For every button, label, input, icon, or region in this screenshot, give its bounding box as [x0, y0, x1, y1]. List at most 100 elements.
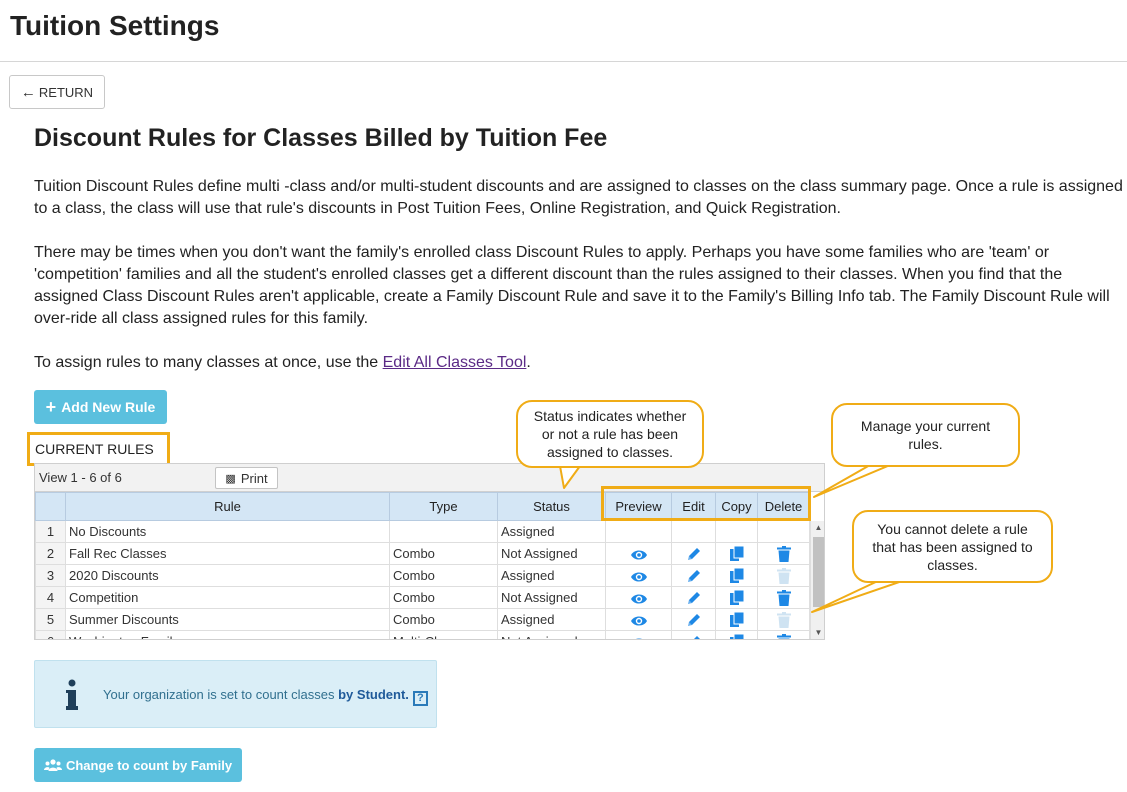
copy-cell [715, 608, 758, 631]
table-row[interactable]: 2 Fall Rec Classes Combo Not Assigned [35, 542, 810, 565]
preview-cell [605, 520, 672, 543]
column-header-edit: Edit [671, 492, 716, 521]
preview-cell [605, 608, 672, 631]
rule-type: Combo [389, 608, 498, 631]
eye-icon[interactable] [630, 612, 648, 627]
copy-cell [715, 586, 758, 609]
scroll-up-icon[interactable]: ▲ [811, 521, 824, 535]
rule-type [389, 520, 498, 543]
info-icon [66, 679, 78, 710]
edit-cell [671, 542, 716, 565]
manage-callout: Manage your current rules. [831, 403, 1020, 467]
plus-icon: + [45, 396, 57, 417]
grid-scrollbar[interactable]: ▲ ▼ [810, 521, 824, 639]
rule-type: Combo [389, 542, 498, 565]
row-number: 2 [35, 542, 66, 565]
copy-cell [715, 542, 758, 565]
arrow-left-icon: ← [20, 83, 36, 101]
pencil-icon[interactable] [686, 545, 702, 560]
edit-cell [671, 564, 716, 587]
table-row[interactable]: 3 2020 Discounts Combo Assigned [35, 564, 810, 587]
grid-view-count: View 1 - 6 of 6 [39, 470, 122, 485]
info-text-before: Your organization is set to count classe… [103, 687, 339, 702]
info-text: Your organization is set to count classe… [103, 687, 428, 706]
rule-type: Multi-Class [389, 630, 498, 639]
table-header-row: Rule Type Status Preview Edit Copy Delet… [35, 492, 810, 521]
pencil-icon[interactable] [686, 633, 702, 639]
pencil-icon[interactable] [686, 589, 702, 604]
preview-cell [605, 564, 672, 587]
trash-icon[interactable] [776, 633, 791, 639]
trash-icon [776, 567, 791, 584]
eye-icon[interactable] [630, 634, 648, 639]
trash-icon[interactable] [776, 545, 791, 562]
delete-cell [757, 520, 810, 543]
rule-status: Not Assigned [497, 586, 606, 609]
rule-status: Not Assigned [497, 630, 606, 639]
row-number: 4 [35, 586, 66, 609]
add-new-rule-button[interactable]: + Add New Rule [34, 390, 167, 424]
row-number: 5 [35, 608, 66, 631]
page-title: Tuition Settings [10, 10, 220, 41]
delete-cell [757, 564, 810, 587]
trash-icon[interactable] [776, 589, 791, 606]
return-button[interactable]: ← RETURN [9, 75, 105, 109]
print-button[interactable]: ▩ Print [215, 467, 278, 489]
table-row[interactable]: 6Washington FamilyMulti-ClassNot Assigne… [35, 630, 810, 639]
preview-cell [605, 630, 672, 639]
eye-icon[interactable] [630, 568, 648, 583]
page-header: Tuition Settings [0, 0, 1127, 62]
table-row[interactable]: 5 Summer Discounts Combo Assigned [35, 608, 810, 631]
section-title: Discount Rules for Classes Billed by Tui… [34, 124, 608, 152]
users-icon [43, 759, 62, 771]
scroll-down-icon[interactable]: ▼ [811, 626, 824, 639]
rule-type: Combo [389, 564, 498, 587]
preview-cell [605, 586, 672, 609]
change-count-button[interactable]: Change to count by Family [34, 748, 242, 782]
edit-all-classes-link[interactable]: Edit All Classes Tool [383, 354, 527, 371]
row-number: 1 [35, 520, 66, 543]
info-count-mode: by Student. [338, 687, 409, 702]
current-rules-label: CURRENT RULES [27, 432, 170, 466]
info-box: Your organization is set to count classe… [34, 660, 437, 728]
pencil-icon[interactable] [686, 611, 702, 626]
column-header-copy: Copy [715, 492, 758, 521]
change-count-label: Change to count by Family [65, 757, 233, 773]
copy-icon[interactable] [729, 567, 744, 583]
column-header-type[interactable]: Type [389, 492, 498, 521]
rule-name: Summer Discounts [65, 608, 390, 631]
eye-icon[interactable] [630, 590, 648, 605]
column-header-rule[interactable]: Rule [65, 492, 390, 521]
help-icon[interactable]: ? [412, 691, 428, 706]
column-header-status[interactable]: Status [497, 492, 606, 521]
scroll-thumb[interactable] [813, 537, 824, 607]
edit-cell [671, 586, 716, 609]
edit-cell [671, 520, 716, 543]
table-row[interactable]: 4 Competition Combo Not Assigned [35, 586, 810, 609]
copy-icon[interactable] [729, 633, 744, 639]
pencil-icon[interactable] [686, 567, 702, 582]
printer-icon: ▩ [225, 472, 236, 485]
rule-status: Assigned [497, 520, 606, 543]
print-label: Print [240, 470, 268, 486]
rules-table: Rule Type Status Preview Edit Copy Delet… [35, 492, 810, 639]
status-callout: Status indicates whether or not a rule h… [516, 400, 704, 468]
eye-icon[interactable] [630, 546, 648, 561]
delete-cell [757, 630, 810, 639]
rules-grid: View 1 - 6 of 6 ▩ Print Rule Type Status… [34, 463, 825, 640]
copy-icon[interactable] [729, 611, 744, 627]
copy-cell [715, 520, 758, 543]
rule-name: No Discounts [65, 520, 390, 543]
family-paragraph: There may be times when you don't want t… [34, 244, 1110, 327]
delete-cell [757, 542, 810, 565]
assign-text-before: To assign rules to many classes at once,… [34, 354, 383, 371]
edit-cell [671, 630, 716, 639]
table-row[interactable]: 1 No Discounts Assigned [35, 520, 810, 543]
trash-icon [776, 611, 791, 628]
rule-name: Fall Rec Classes [65, 542, 390, 565]
copy-icon[interactable] [729, 589, 744, 605]
return-button-label: RETURN [38, 84, 94, 100]
copy-icon[interactable] [729, 545, 744, 561]
rule-status: Assigned [497, 564, 606, 587]
row-number: 3 [35, 564, 66, 587]
